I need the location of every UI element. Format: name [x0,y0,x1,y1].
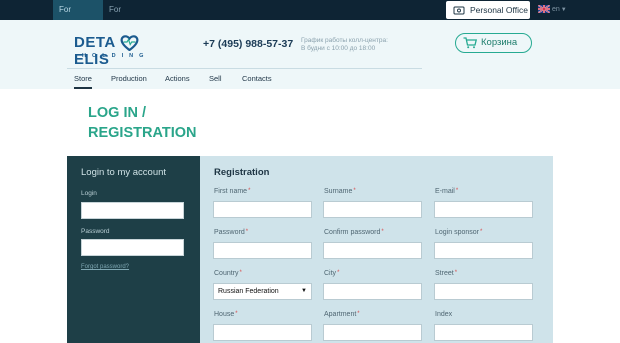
tab-for-clients[interactable]: For Clients [53,0,103,34]
registration-heading: Registration [214,167,270,178]
nav-store[interactable]: Store [74,74,92,89]
language-selector[interactable]: en▼ [538,5,567,15]
logo-subtitle: HOLDING [82,53,150,59]
user-icon [453,6,465,15]
site-header: DETAELIS HOLDING +7 (495) 988-57-37 Граф… [0,20,620,89]
cart-icon [463,37,477,49]
cart-label: Корзина [481,37,518,48]
index-label: Index [435,311,453,318]
nav-production[interactable]: Production [111,74,147,83]
phone-number[interactable]: +7 (495) 988-57-37 [203,38,293,50]
nav-divider [67,68,422,69]
apartment-label: Apartment* [324,311,360,318]
cart-button[interactable]: Корзина [455,33,532,53]
email-input[interactable] [434,201,533,218]
forgot-password-link[interactable]: Forgot password? [81,264,129,270]
top-bar: For Clients For Partners Personal Office… [0,0,620,34]
heart-logo-icon [120,35,139,51]
nav-contacts[interactable]: Contacts [242,74,272,83]
city-label: City* [324,270,340,277]
country-label: Country* [214,270,242,277]
chevron-down-icon: ▼ [560,7,567,13]
login-heading: Login to my account [81,167,167,178]
surname-input[interactable] [323,201,422,218]
registration-panel: Registration First name* Surname* E-mail… [200,156,553,343]
house-label: House* [214,311,238,318]
call-center-hours: График работы колл-центра: В будни с 10:… [301,37,388,52]
password-label: Password* [214,229,249,236]
logo-word-left: DETA [74,34,116,51]
logo[interactable]: DETAELIS HOLDING [74,34,166,68]
surname-label: Surname* [324,188,356,195]
apartment-input[interactable] [323,324,422,341]
login-sponsor-input[interactable] [434,242,533,259]
password-label: Password [81,228,110,235]
city-input[interactable] [323,283,422,300]
tab-for-partners[interactable]: For Partners [103,0,159,34]
chevron-down-icon: ▼ [301,288,307,294]
confirm-password-input[interactable] [323,242,422,259]
house-input[interactable] [213,324,312,341]
login-panel: Login to my account Login Password Forgo… [67,156,200,343]
page-title: LOG IN / REGISTRATION [88,105,197,141]
login-password-input[interactable] [81,239,184,256]
personal-office-label: Personal Office [470,5,528,15]
first-name-label: First name* [214,188,251,195]
nav-actions[interactable]: Actions [165,74,190,83]
login-input[interactable] [81,202,184,219]
nav-sell[interactable]: Sell [209,74,222,83]
country-select[interactable]: Russian Federation ▼ [213,283,312,300]
confirm-password-label: Confirm password* [324,229,384,236]
login-sponsor-label: Login sponsor* [435,229,483,236]
index-input[interactable] [434,324,533,341]
uk-flag-icon [538,5,550,14]
login-label: Login [81,190,97,197]
street-label: Street* [435,270,458,277]
email-label: E-mail* [435,188,459,195]
language-label: en [552,6,560,13]
street-input[interactable] [434,283,533,300]
password-input[interactable] [213,242,312,259]
personal-office-button[interactable]: Personal Office [446,1,530,19]
first-name-input[interactable] [213,201,312,218]
